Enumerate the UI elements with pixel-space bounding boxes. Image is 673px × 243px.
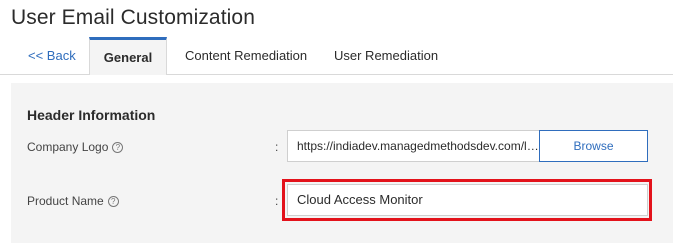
- field-colon: :: [275, 140, 279, 154]
- settings-panel: Header Information Company Logo? : https…: [11, 83, 673, 243]
- back-link[interactable]: << Back: [28, 37, 76, 74]
- tab-bar: << Back General Content Remediation User…: [0, 37, 673, 75]
- product-name-label-text: Product Name: [27, 194, 104, 208]
- tab-content-remediation[interactable]: Content Remediation: [185, 37, 307, 74]
- company-logo-label-text: Company Logo: [27, 140, 109, 154]
- help-circle-icon[interactable]: ?: [112, 142, 124, 154]
- tab-user-remediation[interactable]: User Remediation: [334, 37, 438, 74]
- page-title: User Email Customization: [11, 6, 255, 29]
- highlight-box: [282, 179, 652, 221]
- section-heading: Header Information: [27, 107, 156, 123]
- product-name-label: Product Name?: [27, 194, 119, 208]
- help-circle-icon[interactable]: ?: [107, 196, 119, 208]
- field-colon: :: [275, 194, 279, 208]
- browse-button[interactable]: Browse: [539, 130, 648, 162]
- company-logo-label: Company Logo?: [27, 140, 124, 154]
- tab-general[interactable]: General: [89, 37, 167, 75]
- company-logo-url-field[interactable]: https://indiadev.managedmethodsdev.com/l…: [287, 130, 540, 162]
